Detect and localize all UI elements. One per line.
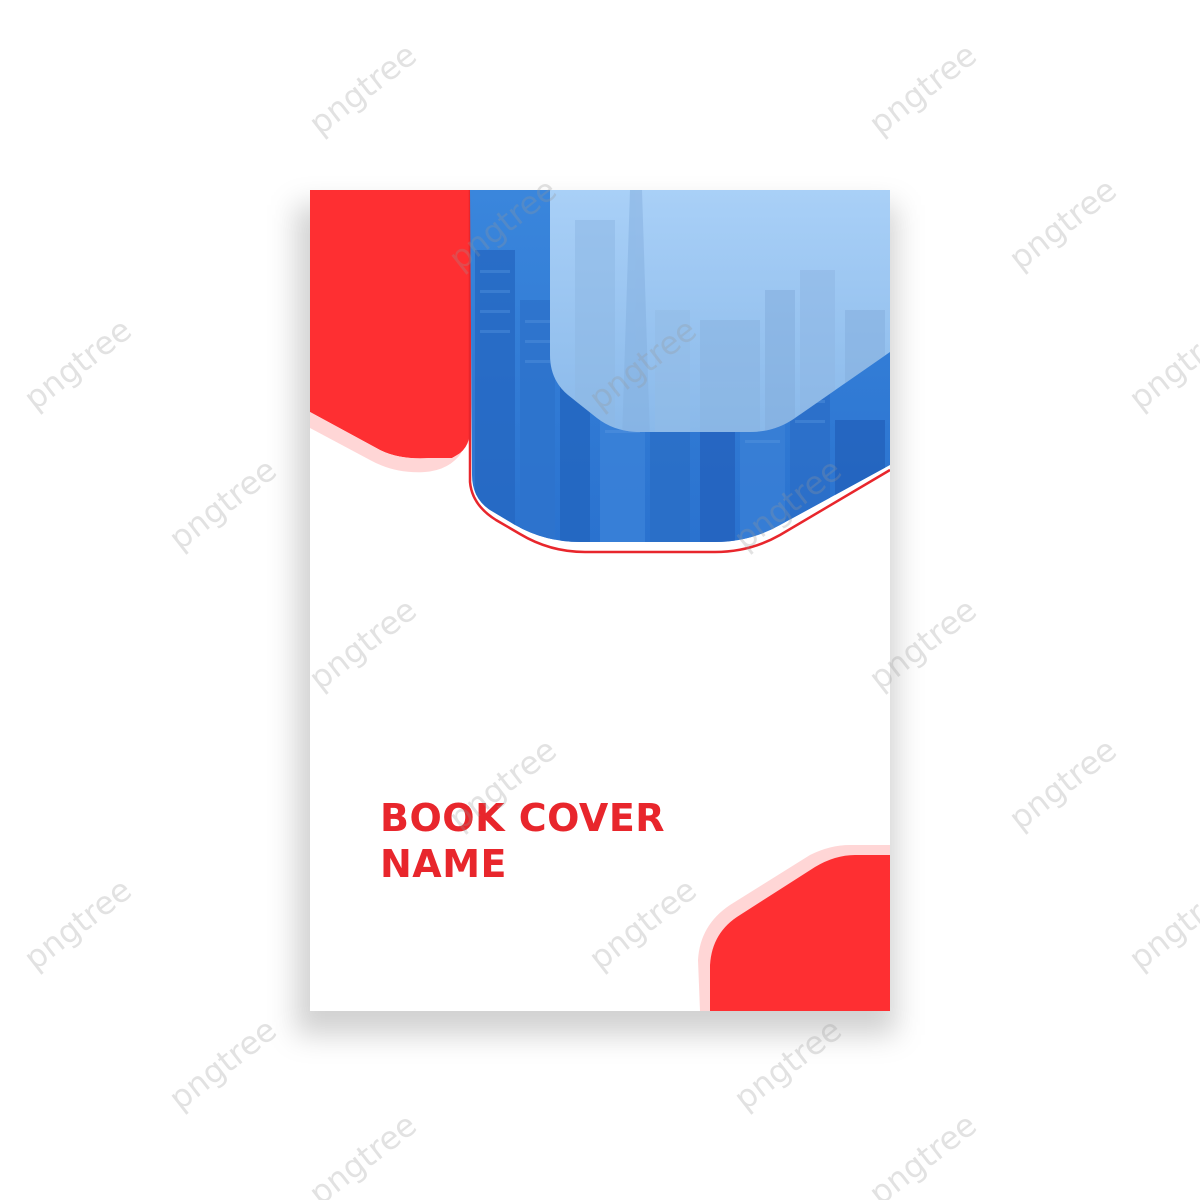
watermark: pngtree xyxy=(161,450,284,558)
watermark: pngtree xyxy=(16,310,139,418)
watermark: pngtree xyxy=(1001,170,1124,278)
watermark: pngtree xyxy=(861,1105,984,1200)
bottom-right-red-shape xyxy=(710,855,890,1011)
top-left-red-shape xyxy=(310,190,470,459)
watermark: pngtree xyxy=(1121,310,1200,418)
watermark: pngtree xyxy=(301,1105,424,1200)
canvas: BOOK COVER NAME pngtree pngtree pngtree … xyxy=(0,0,1200,1200)
cover-artwork xyxy=(310,190,890,1011)
watermark: pngtree xyxy=(16,870,139,978)
watermark: pngtree xyxy=(301,35,424,143)
watermark: pngtree xyxy=(161,1010,284,1118)
title-line-1: BOOK COVER xyxy=(380,796,666,840)
book-cover: BOOK COVER NAME xyxy=(310,190,890,1011)
watermark: pngtree xyxy=(1121,870,1200,978)
book-title: BOOK COVER NAME xyxy=(380,795,665,887)
watermark: pngtree xyxy=(861,35,984,143)
title-line-2: NAME xyxy=(380,842,507,886)
watermark: pngtree xyxy=(1001,730,1124,838)
